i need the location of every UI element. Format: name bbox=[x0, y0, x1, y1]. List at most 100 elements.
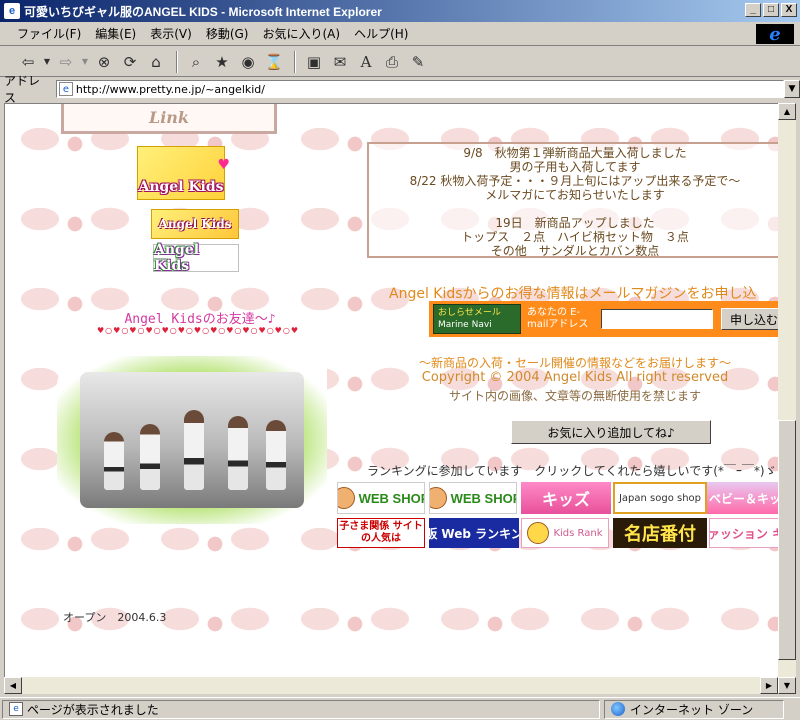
minimize-button[interactable]: _ bbox=[745, 3, 761, 17]
favorites-icon[interactable]: ★ bbox=[210, 50, 234, 74]
mail-icon[interactable]: ✉ bbox=[328, 50, 352, 74]
rank-banner-text: ファッション キッ bbox=[709, 526, 778, 541]
add-favorite-button[interactable]: お気に入り追加してね♪ bbox=[511, 420, 711, 444]
back-dropdown-icon[interactable]: ▼ bbox=[42, 50, 52, 74]
scroll-up-icon[interactable]: ▲ bbox=[778, 103, 796, 120]
scroll-left-icon[interactable]: ◀ bbox=[4, 677, 22, 694]
ie-logo: e bbox=[756, 23, 794, 45]
angel-kids-banner-medium[interactable]: Angel Kids bbox=[151, 209, 239, 239]
fullscreen-icon[interactable]: ▣ bbox=[302, 50, 326, 74]
rank-banner-text: キッズ bbox=[541, 490, 590, 509]
toolbar-separator bbox=[176, 50, 178, 73]
rank-banner-text: 子さま関係 サイトの人気は bbox=[339, 521, 423, 544]
scroll-right-icon[interactable]: ▶ bbox=[760, 677, 778, 694]
maximize-button[interactable]: □ bbox=[763, 3, 779, 17]
rank-banner-meiten[interactable]: 名店番付 bbox=[613, 518, 707, 548]
menu-edit[interactable]: 編集(E) bbox=[88, 25, 143, 42]
font-size-icon[interactable]: A bbox=[354, 50, 378, 74]
menu-bar: ファイル(F) 編集(E) 表示(V) 移動(G) お気に入り(A) ヘルプ(H… bbox=[0, 22, 800, 46]
print-icon[interactable]: ⎙ bbox=[380, 50, 404, 74]
rank-banner-japan-sogo[interactable]: Japan sogo shop bbox=[613, 482, 707, 514]
address-input[interactable]: e http://www.pretty.ne.jp/~angelkid/ bbox=[55, 80, 785, 98]
kids-photo-image bbox=[80, 372, 304, 508]
news-line-blank bbox=[369, 202, 778, 216]
page-status-icon: e bbox=[9, 702, 23, 716]
link-banner[interactable]: Link bbox=[61, 104, 277, 134]
edit-icon[interactable]: ✎ bbox=[406, 50, 430, 74]
media-icon[interactable]: ◉ bbox=[236, 50, 260, 74]
rank-banner-kids-rank[interactable]: Kids Rank bbox=[521, 518, 609, 548]
photo-figure bbox=[184, 410, 204, 490]
status-left: e ページが表示されました bbox=[2, 699, 600, 719]
search-icon[interactable]: ⌕ bbox=[184, 50, 208, 74]
rank-banner-web-shop-2[interactable]: WEB SHOP bbox=[429, 482, 517, 514]
email-label: あなたの E-mailアドレス bbox=[527, 307, 589, 330]
forward-icon[interactable]: ⇨ bbox=[54, 50, 78, 74]
page-viewport: Link ♥ Angel Kids Angel Kids Angel Kids … bbox=[4, 103, 778, 694]
page-icon: e bbox=[58, 82, 73, 96]
angel-kids-banner-large[interactable]: ♥ Angel Kids bbox=[137, 146, 230, 200]
kids-photo bbox=[57, 356, 327, 524]
news-line: 9/8 秋物第１弾新商品大量入荷しました bbox=[463, 146, 687, 160]
forward-dropdown-icon[interactable]: ▼ bbox=[80, 50, 90, 74]
title-bar: e 可愛いちびギャル服のANGEL KIDS - Microsoft Inter… bbox=[0, 0, 800, 22]
close-button[interactable]: X bbox=[781, 3, 797, 17]
email-input[interactable] bbox=[601, 309, 713, 329]
history-icon[interactable]: ⌛ bbox=[262, 50, 286, 74]
banner-c-text: Angel Kids bbox=[154, 242, 200, 274]
mascot-icon bbox=[527, 522, 550, 544]
stop-icon[interactable]: ⊗ bbox=[92, 50, 116, 74]
heart-icon: ♥ bbox=[217, 157, 230, 173]
rank-banner-baby-kids[interactable]: ベビー＆キッ bbox=[707, 482, 778, 514]
rank-banner-web-shop[interactable]: WEB SHOP bbox=[337, 482, 425, 514]
menu-go[interactable]: 移動(G) bbox=[199, 25, 256, 42]
news-line: 男の子用も入荷してます bbox=[509, 160, 641, 174]
photo-figure bbox=[228, 416, 248, 490]
news-box: 9/8 秋物第１弾新商品大量入荷しました 男の子用も入荷してます 8/22 秋物… bbox=[367, 142, 778, 258]
rank-banner-text: WEB SHOP bbox=[358, 490, 425, 506]
internet-zone-icon bbox=[611, 702, 625, 716]
menu-file[interactable]: ファイル(F) bbox=[10, 25, 88, 42]
mail-icon-line1: おしらせメール bbox=[438, 308, 501, 318]
photo-figure bbox=[104, 432, 124, 490]
info-line: ～新商品の入荷・セール開催の情報などをお届けします～ bbox=[418, 356, 731, 370]
news-line: 8/22 秋物入荷予定・・・９月上旬にはアップ出来る予定で～ bbox=[409, 174, 741, 188]
menu-view[interactable]: 表示(V) bbox=[143, 25, 199, 42]
rank-banner-text: WEB SHOP bbox=[450, 490, 517, 506]
banner-b-text: Angel Kids bbox=[158, 217, 232, 231]
toolbar-separator bbox=[294, 50, 296, 73]
news-line: メルマガにてお知らせいたします bbox=[485, 188, 665, 202]
refresh-icon[interactable]: ⟳ bbox=[118, 50, 142, 74]
ie-page-icon: e bbox=[4, 3, 20, 19]
rank-banner-kids[interactable]: キッズ bbox=[521, 482, 611, 514]
rank-banner-tsuhan[interactable]: 通販 Web ランキング bbox=[429, 518, 519, 548]
ie-logo-icon: e bbox=[769, 23, 781, 45]
news-line: トップス ２点 ハイビ柄セット物 ３点 bbox=[461, 230, 689, 244]
open-date: オープン 2004.6.3 bbox=[63, 611, 167, 624]
back-icon[interactable]: ⇦ bbox=[16, 50, 40, 74]
rank-banner-text: 名店番付 bbox=[624, 524, 696, 545]
horizontal-scrollbar[interactable]: ◀ ▶ bbox=[4, 677, 778, 694]
marine-navi-logo: おしらせメール Marine Navi bbox=[433, 304, 521, 334]
home-icon[interactable]: ⌂ bbox=[144, 50, 168, 74]
rank-banner-text: ベビー＆キッ bbox=[708, 491, 778, 506]
mail-icon-line2: Marine Navi bbox=[438, 320, 492, 330]
scroll-down-icon[interactable]: ▼ bbox=[778, 677, 796, 694]
mail-magazine-heading: Angel Kidsからのお得な情報はメールマガジンをお申し込 bbox=[389, 286, 757, 302]
link-banner-text: Link bbox=[148, 108, 190, 127]
angel-kids-banner-small[interactable]: Angel Kids bbox=[153, 242, 239, 274]
friends-title: Angel Kidsのお友達～♪ bbox=[124, 312, 276, 327]
address-dropdown-button[interactable]: ▼ bbox=[784, 80, 800, 98]
rank-banner-text: Kids Rank bbox=[553, 527, 603, 539]
menu-help[interactable]: ヘルプ(H) bbox=[347, 25, 415, 42]
rank-banner-fashion-kids[interactable]: ファッション キッ bbox=[709, 518, 778, 548]
scroll-thumb[interactable] bbox=[778, 420, 796, 660]
vertical-scrollbar[interactable]: ▲ ▼ bbox=[778, 103, 796, 694]
zone-text: インターネット ゾーン bbox=[630, 702, 754, 717]
rank-banner-kids-sites[interactable]: 子さま関係 サイトの人気は bbox=[337, 518, 425, 548]
photo-figure bbox=[266, 420, 286, 490]
menu-favorites[interactable]: お気に入り(A) bbox=[255, 25, 347, 42]
rank-banner-text: 通販 Web ランキング bbox=[429, 526, 519, 541]
banner-a-text: Angel Kids bbox=[138, 179, 224, 195]
subscribe-button[interactable]: 申し込む bbox=[721, 308, 778, 330]
